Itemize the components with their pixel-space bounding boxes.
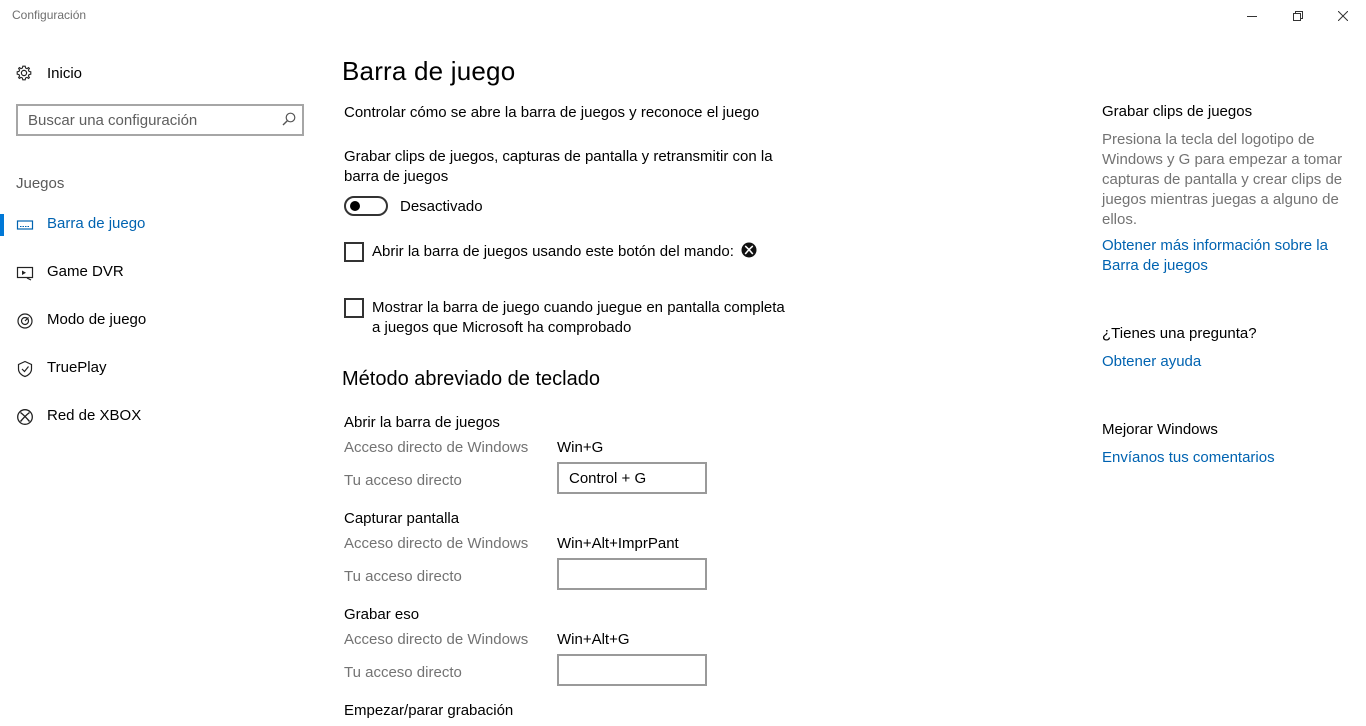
custom-shortcut-label: Tu acceso directo [344,568,462,585]
help-description-line: ellos. [1102,211,1138,228]
get-help-link[interactable]: Obtener ayuda [1102,352,1201,372]
custom-shortcut-label: Tu acceso directo [344,472,462,489]
shortcuts-section-title: Método abreviado de teclado [342,368,600,390]
sidebar-item-game-mode[interactable]: Modo de juego [0,300,320,340]
xbox-button-icon [741,242,757,258]
windows-shortcut-label: Acceso directo de Windows [344,631,529,648]
help-section-title: Grabar clips de juegos [1102,103,1253,120]
custom-shortcut-input[interactable] [557,462,707,494]
toggle-knob [350,201,360,211]
search-icon[interactable] [282,112,296,126]
shortcut-name: Empezar/parar grabación [344,702,514,719]
xbox-icon [17,409,33,425]
more-info-link-line2[interactable]: Barra de juegos [1102,256,1328,276]
windows-shortcut-value: Win+G [557,439,604,456]
sidebar-item-label: Red de XBOX [47,407,142,424]
minimize-icon [1247,16,1257,17]
controller-button-checkbox-label: Abrir la barra de juegos usando este bot… [372,243,734,260]
sidebar-section-title: Juegos [16,175,65,192]
game-dvr-icon [16,266,34,281]
gear-icon [16,65,32,81]
active-indicator [0,214,4,236]
help-description-line: juegos mientras juegas a alguno de [1102,191,1339,208]
trueplay-icon [17,360,33,378]
shortcut-name: Capturar pantalla [344,510,460,527]
sidebar-item-game-dvr[interactable]: Game DVR [0,252,320,292]
home-label: Inicio [47,64,83,82]
restore-button[interactable] [1275,0,1321,32]
sidebar-item-game-bar[interactable]: Barra de juego [0,204,320,244]
toggle-state-label: Desactivado [400,198,483,215]
window-title: Configuración [12,8,87,22]
minimize-button[interactable] [1229,0,1275,32]
intro-text: Controlar cómo se abre la barra de juego… [344,104,760,121]
close-button[interactable] [1320,0,1366,32]
improve-section-title: Mejorar Windows [1102,421,1218,438]
more-info-link-line1[interactable]: Obtener más información sobre la [1102,236,1328,256]
sidebar-item-trueplay[interactable]: TruePlay [0,348,320,388]
custom-shortcut-input[interactable] [557,654,707,686]
question-section-title: ¿Tienes una pregunta? [1102,325,1257,342]
sidebar-item-label: Game DVR [47,263,124,280]
game-bar-icon [16,220,34,230]
help-description-line: Windows y G para empezar a tomar [1102,151,1343,168]
shortcut-name: Grabar eso [344,606,420,623]
record-setting-label-line1: Grabar clips de juegos, capturas de pant… [344,148,773,165]
record-setting-label-line2: barra de juegos [344,168,449,185]
record-toggle-switch[interactable] [344,196,388,216]
close-icon [1338,11,1348,21]
custom-shortcut-input[interactable] [557,558,707,590]
sidebar-item-label: TruePlay [47,359,107,376]
windows-shortcut-value: Win+Alt+ImprPant [557,535,679,552]
help-description-line: Presiona la tecla del logotipo de [1102,131,1315,148]
home-nav-item[interactable]: Inicio [16,62,82,84]
fullscreen-checkbox[interactable] [344,298,364,318]
fullscreen-checkbox-label-line1: Mostrar la barra de juego cuando juegue … [372,299,785,316]
windows-shortcut-label: Acceso directo de Windows [344,535,529,552]
fullscreen-checkbox-label-line2: a juegos que Microsoft ha comprobado [372,319,632,336]
sidebar-item-label: Barra de juego [47,215,146,232]
feedback-link[interactable]: Envíanos tus comentarios [1102,448,1275,468]
custom-shortcut-label: Tu acceso directo [344,664,462,681]
more-info-link[interactable]: Obtener más información sobre la Barra d… [1102,236,1328,276]
page-title: Barra de juego [342,56,516,86]
game-mode-icon [17,313,33,329]
search-box[interactable] [16,104,304,136]
help-description-line: capturas de pantalla y crear clips de [1102,171,1343,188]
shortcut-name: Abrir la barra de juegos [344,414,500,431]
sidebar-item-label: Modo de juego [47,311,147,328]
restore-icon [1293,11,1303,21]
search-input[interactable] [18,106,278,134]
controller-button-checkbox[interactable] [344,242,364,262]
sidebar-item-xbox-network[interactable]: Red de XBOX [0,396,320,436]
windows-shortcut-value: Win+Alt+G [557,631,630,648]
windows-shortcut-label: Acceso directo de Windows [344,439,529,456]
